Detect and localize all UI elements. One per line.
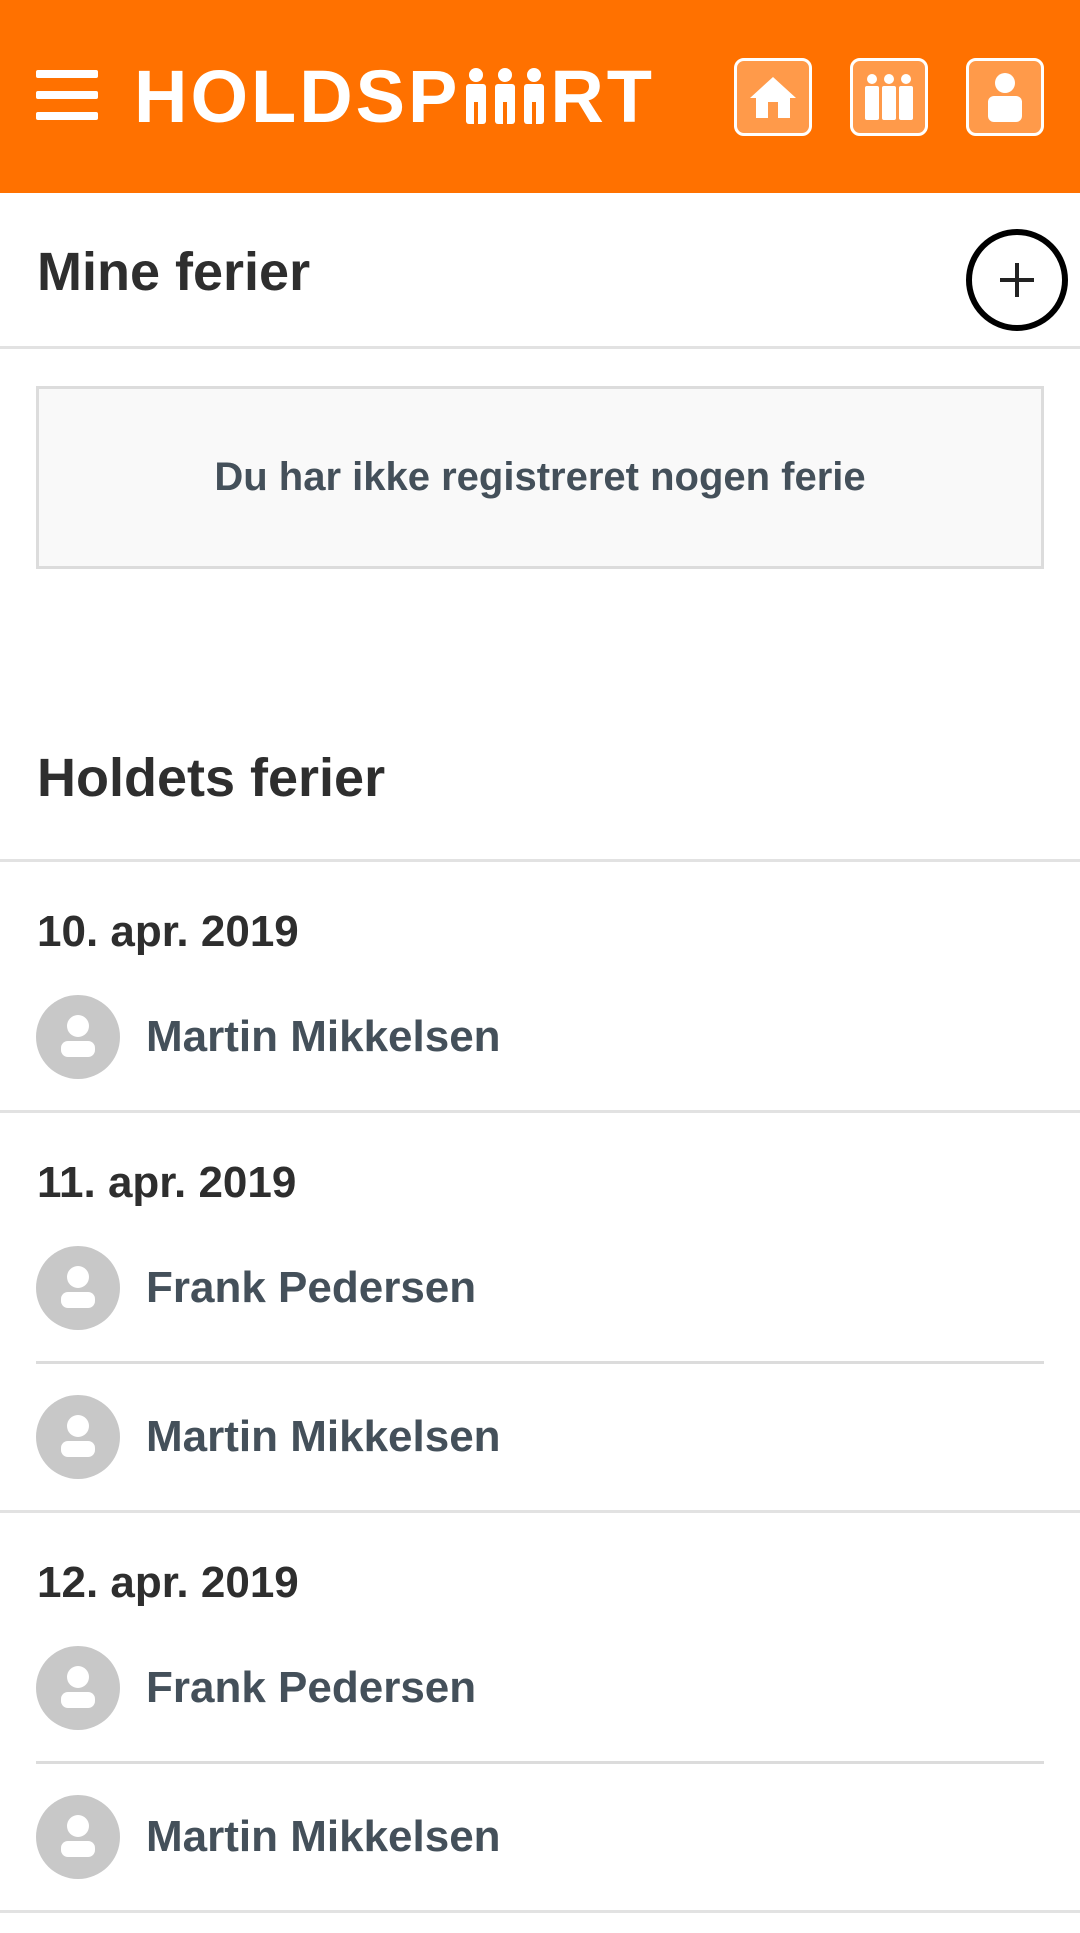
menu-icon[interactable] xyxy=(36,70,98,120)
avatar-person-icon xyxy=(61,1015,95,1057)
day-group: 12. apr. 2019 Frank Pedersen Martin Mikkel… xyxy=(0,1513,1080,1913)
holdsport-logo[interactable]: HOLDSP RT xyxy=(134,54,656,138)
logo-text-right: RT xyxy=(550,54,656,138)
person-row[interactable]: Martin Mikkelsen xyxy=(36,964,1044,1110)
avatar xyxy=(36,1795,120,1879)
day-date: 11. apr. 2019 xyxy=(37,1158,297,1207)
day-group: 11. apr. 2019 Frank Pedersen Martin Mikkel… xyxy=(0,1113,1080,1513)
home-button[interactable] xyxy=(734,58,812,136)
team-button[interactable] xyxy=(850,58,928,136)
day-group: 10. apr. 2019 Martin Mikkelsen xyxy=(0,862,1080,1113)
person-name: Martin Mikkelsen xyxy=(146,1012,501,1061)
person-name: Frank Pedersen xyxy=(146,1663,477,1712)
team-vacation-list: 10. apr. 2019 Martin Mikkelsen 11. apr. 20… xyxy=(0,862,1080,1913)
holdets-ferier-title: Holdets ferier xyxy=(37,748,386,808)
person-row[interactable]: Martin Mikkelsen xyxy=(36,1761,1044,1910)
home-icon xyxy=(750,77,796,118)
avatar xyxy=(36,1395,120,1479)
plus-icon xyxy=(1000,263,1034,297)
logo-people-icon xyxy=(466,68,545,124)
header-nav xyxy=(734,58,1044,136)
avatar xyxy=(36,995,120,1079)
day-date: 10. apr. 2019 xyxy=(37,907,299,956)
app-header: HOLDSP RT xyxy=(0,0,1080,193)
avatar-person-icon xyxy=(61,1415,95,1457)
avatar xyxy=(36,1246,120,1330)
add-vacation-button[interactable] xyxy=(966,229,1068,331)
person-name: Martin Mikkelsen xyxy=(146,1812,501,1861)
avatar-person-icon xyxy=(61,1666,95,1708)
avatar xyxy=(36,1646,120,1730)
day-date: 12. apr. 2019 xyxy=(37,1558,299,1607)
empty-vacation-notice: Du har ikke registreret nogen ferie xyxy=(36,386,1044,569)
person-name: Frank Pedersen xyxy=(146,1263,477,1312)
logo-text-left: HOLDSP xyxy=(134,54,461,138)
person-row[interactable]: Frank Pedersen xyxy=(36,1215,1044,1361)
team-icon xyxy=(865,74,913,120)
holdets-ferier-header: Holdets ferier xyxy=(0,709,1080,862)
profile-button[interactable] xyxy=(966,58,1044,136)
avatar-person-icon xyxy=(61,1266,95,1308)
person-name: Martin Mikkelsen xyxy=(146,1412,501,1461)
avatar-person-icon xyxy=(61,1815,95,1857)
mine-ferier-title: Mine ferier xyxy=(37,242,311,302)
person-row[interactable]: Frank Pedersen xyxy=(36,1615,1044,1761)
mine-ferier-header: Mine ferier xyxy=(0,193,1080,349)
person-row[interactable]: Martin Mikkelsen xyxy=(36,1361,1044,1510)
profile-icon xyxy=(988,73,1022,122)
